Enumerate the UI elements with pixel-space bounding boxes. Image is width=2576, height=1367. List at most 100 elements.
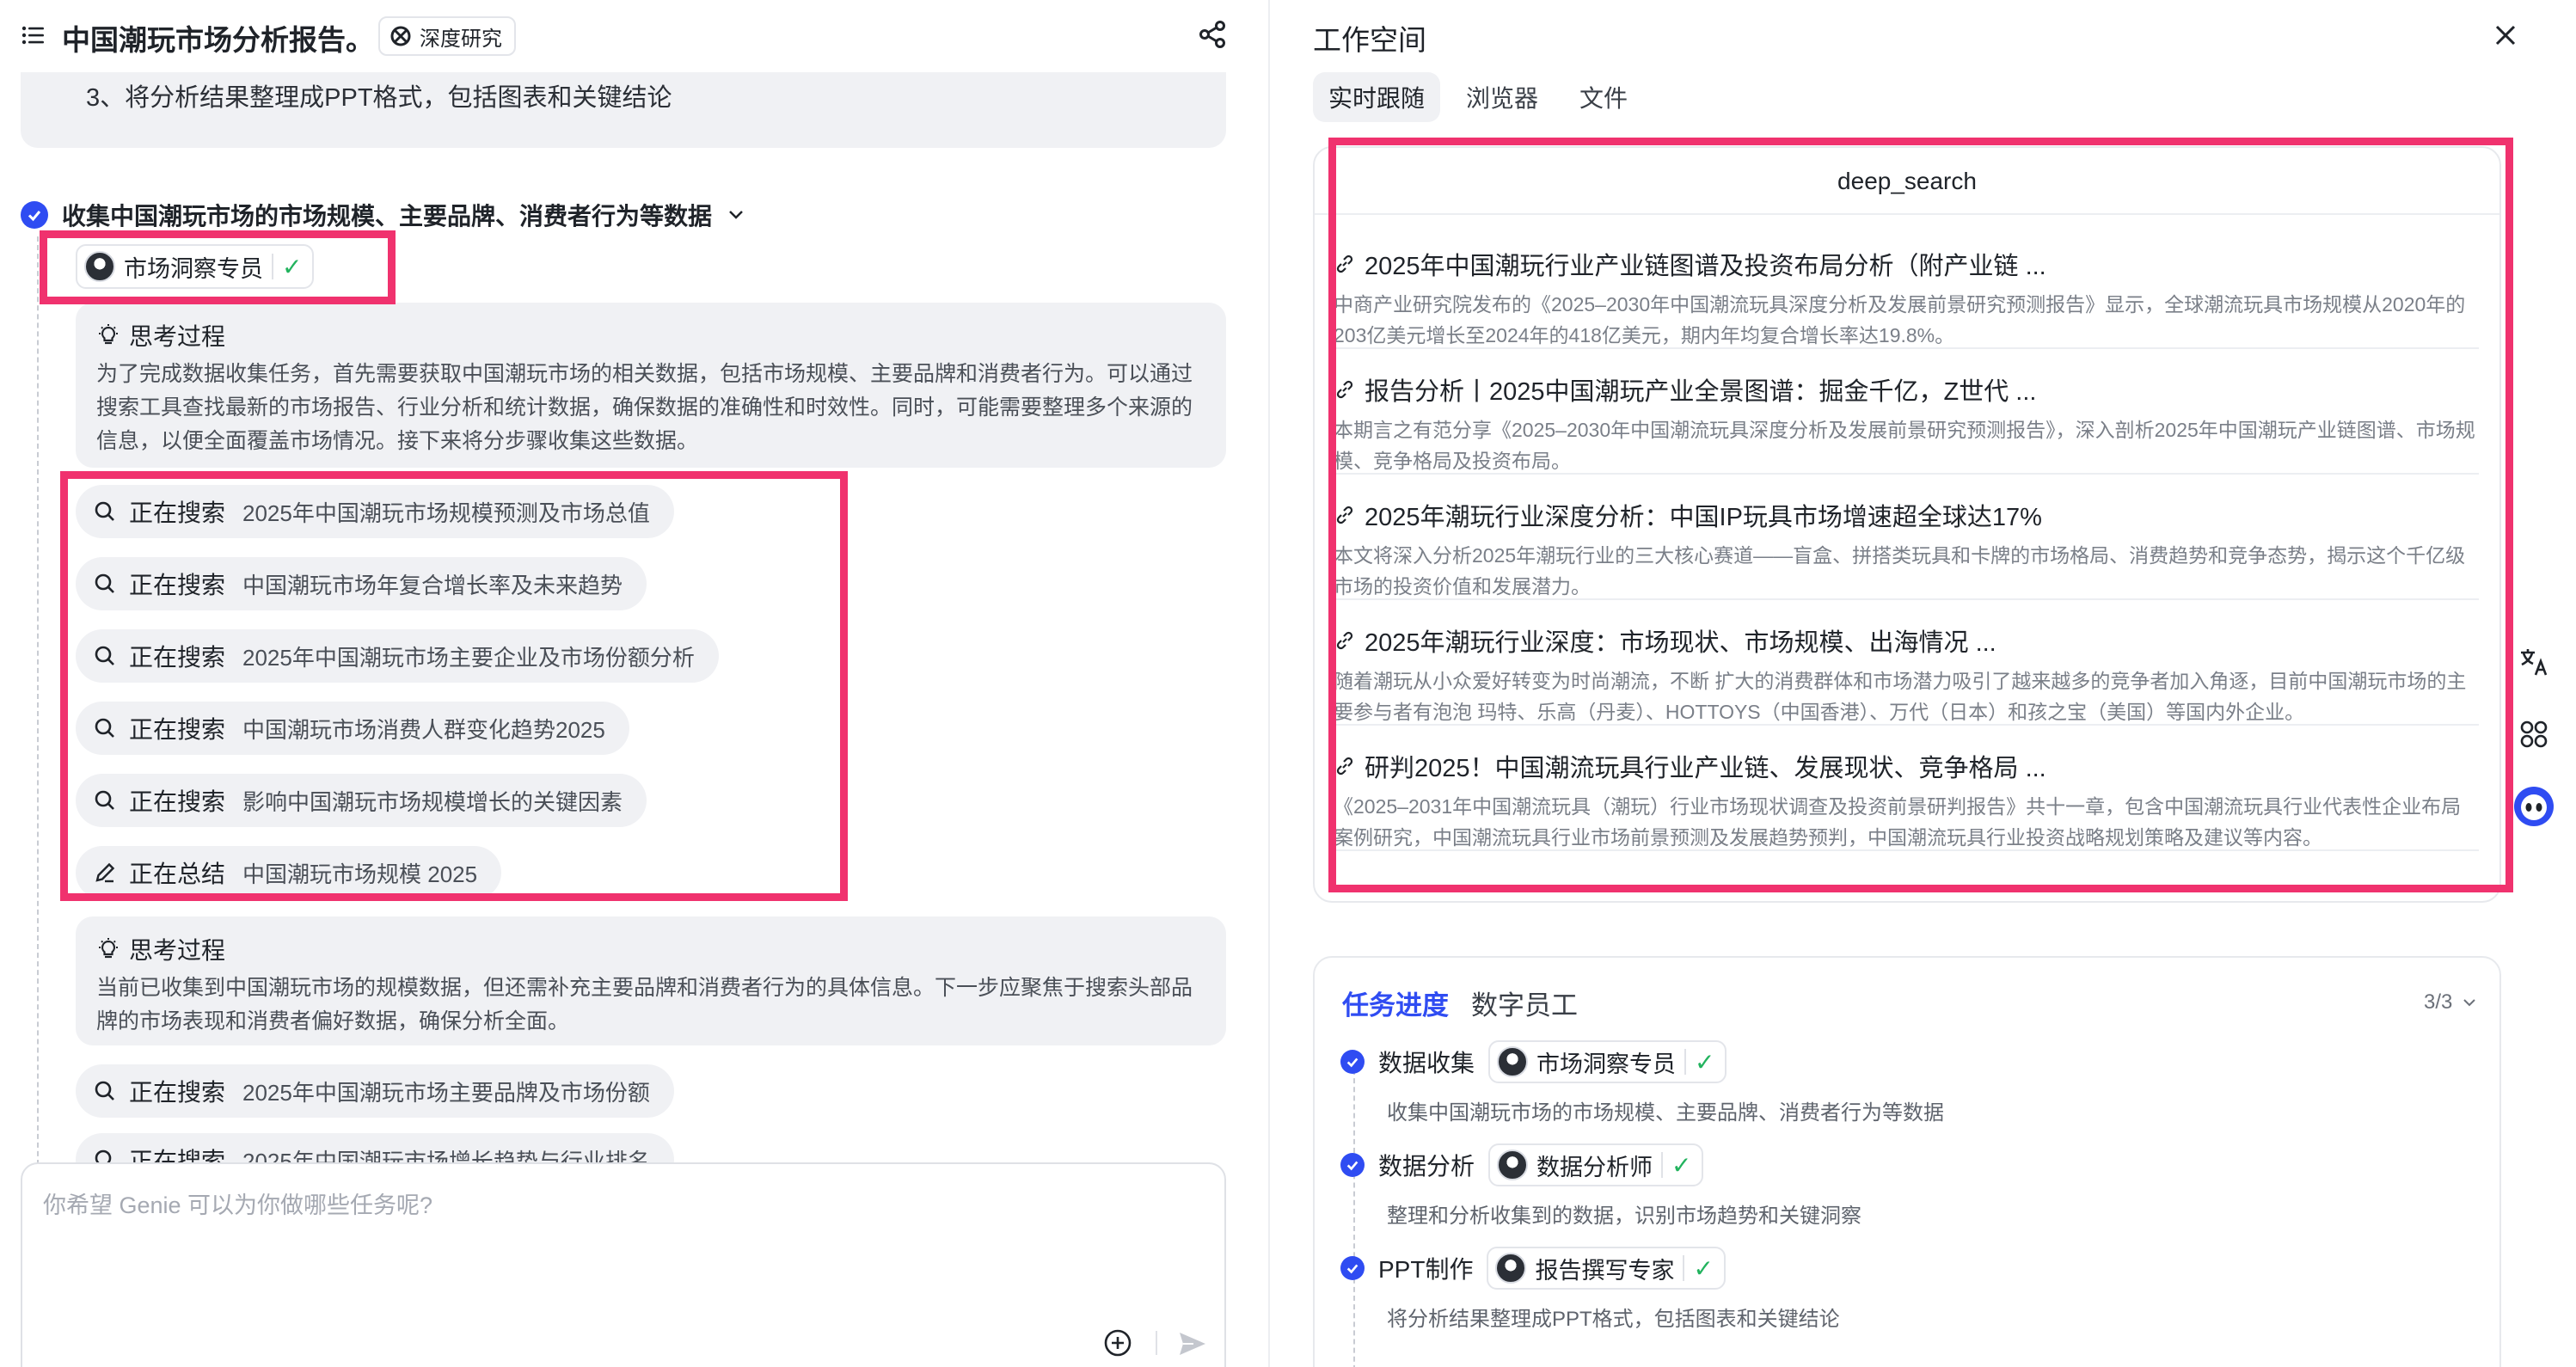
avatar [1497,1149,1528,1180]
check-circle-icon [21,201,48,229]
agent-name: 数据分析师 [1536,1149,1653,1182]
agent-chip[interactable]: 数据分析师 ✓ [1488,1143,1703,1186]
action-pill[interactable]: 正在搜索 中国潮玩市场年复合增长率及未来趋势 [76,557,647,610]
plus-circle-icon[interactable] [1102,1327,1133,1358]
action-query: 2025年中国潮玩市场主要企业及市场份额分析 [242,641,695,672]
result-title-link[interactable]: 2025年潮玩行业深度分析：中国IP玩具市场增速超全球达17% [1334,497,2479,533]
chip-divider [1661,1152,1663,1178]
deep-research-icon [389,24,413,48]
avatar [84,251,115,282]
result-snippet: 本文将深入分析2025年潮玩行业的三大核心赛道——盲盒、拼搭类玩具和卡牌的市场格… [1334,540,2479,602]
progress-task-name: 数据分析 [1378,1148,1475,1182]
result-title: 研判2025！中国潮流玩具行业产业链、发展现状、竞争格局 ... [1365,748,2046,784]
result-title-link[interactable]: 研判2025！中国潮流玩具行业产业链、发展现状、竞争格局 ... [1334,748,2479,784]
progress-count[interactable]: 3/3 [2424,990,2478,1015]
search-icon [93,500,117,524]
action-pill[interactable]: 正在搜索 影响中国潮玩市场规模增长的关键因素 [76,774,647,827]
floating-toolbar [2508,636,2570,853]
result-title-link[interactable]: 2025年中国潮玩行业产业链图谱及投资布局分析（附产业链 ... [1334,246,2479,282]
mode-label: 深度研究 [420,21,502,52]
thinking-label: 思考过程 [129,318,225,352]
progress-count-value: 3/3 [2424,990,2452,1015]
action-pill[interactable]: 正在搜索 2025年中国潮玩市场主要企业及市场份额分析 [76,629,719,683]
task-title: 收集中国潮玩市场的市场规模、主要品牌、消费者行为等数据 [62,198,712,232]
tab-browser[interactable]: 浏览器 [1451,72,1554,122]
assistant-icon[interactable] [2508,781,2560,832]
result-title-link[interactable]: 报告分析丨2025中国潮玩产业全景图谱：掘金千亿，Z世代 ... [1334,371,2479,408]
search-result: 2025年潮玩行业深度分析：中国IP玩具市场增速超全球达17% 本文将深入分析2… [1334,497,2479,600]
action-query: 2025年中国潮玩市场规模预测及市场总值 [242,496,650,528]
link-icon [1334,253,1356,275]
search-result: 2025年中国潮玩行业产业链图谱及投资布局分析（附产业链 ... 中商产业研究院… [1334,246,2479,349]
agent-chip[interactable]: 市场洞察专员 ✓ [76,244,314,289]
deep-research-badge[interactable]: 深度研究 [378,16,516,56]
chat-input-box [21,1162,1226,1367]
check-icon: ✓ [1693,1254,1713,1283]
search-result: 研判2025！中国潮流玩具行业产业链、发展现状、竞争格局 ... 《2025–2… [1334,748,2479,851]
chat-pane: 中国潮玩市场分析报告。 深度研究 3、将分析结果整理成PPT格式，包括图表和关键… [0,0,1268,1367]
progress-tabs: 任务进度 数字员工 [1342,984,1578,1022]
tool-name: deep_search [1315,148,2499,215]
thinking-header[interactable]: 思考过程 [96,318,225,352]
agent-name: 市场洞察专员 [124,250,263,284]
result-title: 报告分析丨2025中国潮玩产业全景图谱：掘金千亿，Z世代 ... [1365,371,2036,408]
thinking-block-2: 思考过程 当前已收集到中国潮玩市场的规模数据，但还需补充主要品牌和消费者行为的具… [76,916,1226,1045]
bulb-icon [96,323,120,347]
link-icon [1334,755,1356,777]
result-title-link[interactable]: 2025年潮玩行业深度：市场现状、市场规模、出海情况 ... [1334,622,2479,659]
action-query: 影响中国潮玩市场规模增长的关键因素 [242,785,623,817]
tab-task-progress[interactable]: 任务进度 [1342,984,1449,1022]
tab-live-follow[interactable]: 实时跟随 [1313,72,1440,122]
progress-task-desc: 收集中国潮玩市场的市场规模、主要品牌、消费者行为等数据 [1387,1095,1944,1125]
progress-task-name: 数据收集 [1378,1045,1475,1079]
search-icon [93,716,117,740]
share-icon[interactable] [1197,19,1228,50]
close-icon[interactable] [2491,21,2520,50]
workspace-pane: 工作空间 实时跟随 浏览器 文件 deep_search 2025年中国潮玩行业… [1270,0,2576,1367]
progress-task: PPT制作 报告撰写专家 ✓ 将分析结果整理成PPT格式，包括图表和关键结论 [1340,1247,1840,1332]
chevron-down-icon [2461,994,2478,1011]
chevron-down-icon[interactable] [726,205,746,225]
action-query: 2025年中国潮玩市场主要品牌及市场份额 [242,1076,650,1107]
action-pill[interactable]: 正在搜索 2025年中国潮玩市场主要品牌及市场份额 [76,1064,674,1118]
progress-task-desc: 将分析结果整理成PPT格式，包括图表和关键结论 [1387,1302,1840,1332]
action-type: 正在搜索 [129,639,225,673]
progress-task: 数据收集 市场洞察专员 ✓ 收集中国潮玩市场的市场规模、主要品牌、消费者行为等数… [1340,1040,1944,1125]
action-type: 正在搜索 [129,567,225,601]
action-pill[interactable]: 正在总结 中国潮玩市场规模 2025 [76,846,501,899]
translate-icon[interactable] [2508,636,2560,688]
send-icon[interactable] [1176,1327,1209,1360]
chip-divider [272,254,273,279]
check-icon: ✓ [1695,1048,1714,1076]
check-icon: ✓ [282,253,302,281]
thinking-header[interactable]: 思考过程 [96,932,225,966]
avatar [1497,1046,1528,1077]
chat-input[interactable] [43,1186,1195,1315]
check-circle-icon [1340,1256,1365,1280]
task-header[interactable]: 收集中国潮玩市场的市场规模、主要品牌、消费者行为等数据 [21,198,746,232]
result-snippet: 中商产业研究院发布的《2025–2030年中国潮流玩具深度分析及发展前景研究预测… [1334,289,2479,351]
search-icon [93,1079,117,1103]
chip-divider [1683,1255,1684,1281]
agent-chip[interactable]: 市场洞察专员 ✓ [1488,1040,1727,1083]
tab-digital-staff[interactable]: 数字员工 [1471,984,1578,1022]
thinking-text: 为了完成数据收集任务，首先需要获取中国潮玩市场的相关数据，包括市场规模、主要品牌… [96,358,1205,458]
check-icon: ✓ [1671,1151,1691,1180]
tab-files[interactable]: 文件 [1564,72,1643,122]
link-icon [1334,629,1356,652]
result-title: 2025年中国潮玩行业产业链图谱及投资布局分析（附产业链 ... [1365,246,2046,282]
edit-icon [93,861,117,885]
apps-icon[interactable] [2508,708,2560,760]
progress-task: 数据分析 数据分析师 ✓ 整理和分析收集到的数据，识别市场趋势和关键洞察 [1340,1143,1861,1229]
action-type: 正在搜索 [129,783,225,818]
thinking-label: 思考过程 [129,932,225,966]
thinking-text: 当前已收集到中国潮玩市场的规模数据，但还需补充主要品牌和消费者行为的具体信息。下… [96,972,1205,1039]
action-pill[interactable]: 正在搜索 中国潮玩市场消费人群变化趋势2025 [76,702,629,755]
agent-chip[interactable]: 报告撰写专家 ✓ [1487,1247,1725,1290]
list-icon[interactable] [21,22,46,48]
workspace-title: 工作空间 [1313,17,1426,58]
action-type: 正在搜索 [129,711,225,745]
action-pill[interactable]: 正在搜索 2025年中国潮玩市场规模预测及市场总值 [76,485,674,538]
check-circle-icon [1340,1153,1365,1177]
link-icon [1334,504,1356,526]
